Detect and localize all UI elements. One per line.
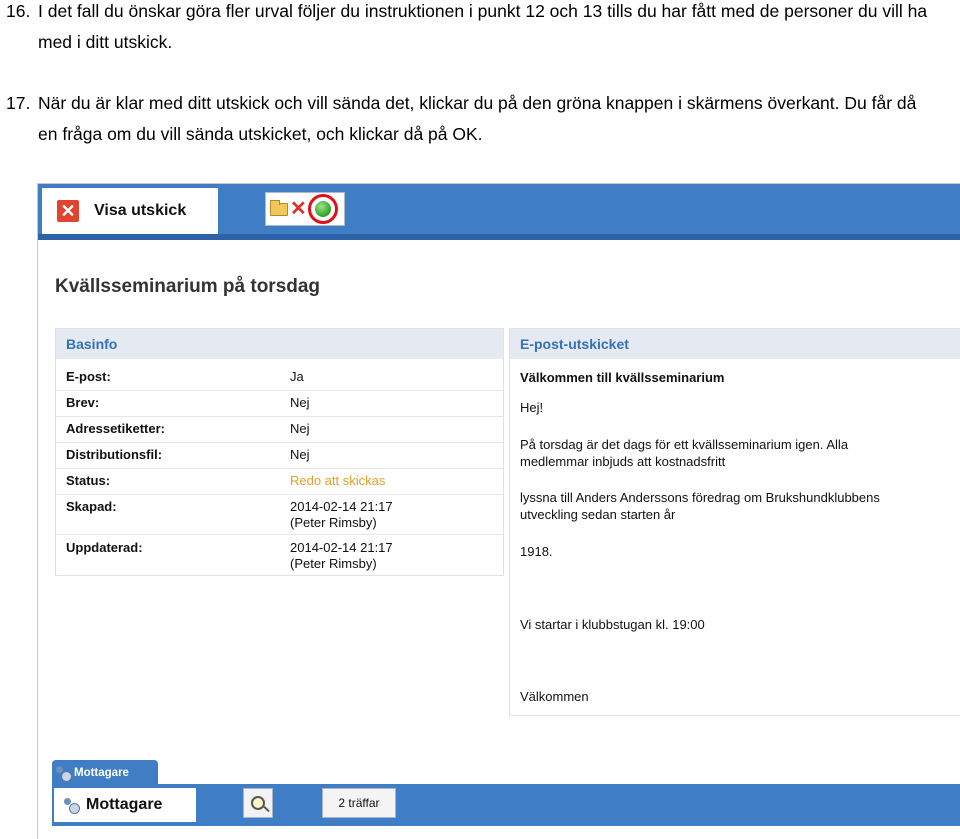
tab-mottagare-small[interactable]: Mottagare [52, 760, 158, 786]
basinfo-heading: Basinfo [56, 329, 503, 359]
instruction-number: 17. [6, 93, 31, 113]
recipients-bar: Mottagare 2 träffar [52, 784, 960, 826]
row-divider [56, 494, 503, 495]
tab-mottagare[interactable]: Mottagare [54, 788, 196, 822]
basinfo-panel: Basinfo E-post: Ja Brev: Nej Adressetike… [55, 328, 504, 576]
row-divider [56, 442, 503, 443]
mail-greeting: Hej! [520, 400, 544, 415]
search-icon [251, 796, 265, 810]
mail-closing: Välkommen [520, 689, 589, 704]
info-value: Nej [290, 395, 310, 410]
info-label: Status: [66, 473, 111, 488]
instruction-text: I det fall du önskar göra fler urval föl… [38, 1, 928, 52]
info-label: Uppdaterad: [66, 540, 143, 555]
info-value: Nej [290, 447, 310, 462]
tab-visa-utskick[interactable]: ✕ Visa utskick [42, 188, 218, 234]
close-icon[interactable]: ✕ [57, 200, 79, 222]
row-divider [56, 534, 503, 535]
search-button[interactable] [243, 788, 273, 818]
delete-icon[interactable]: ✕ [290, 199, 307, 219]
info-value: 2014-02-14 21:17 (Peter Rimsby) [290, 499, 490, 531]
info-label: Skapad: [66, 499, 117, 514]
people-icon [56, 766, 72, 782]
info-value: Ja [290, 369, 304, 384]
row-divider [56, 416, 503, 417]
epost-panel: E-post-utskicket Välkommen till kvällsse… [509, 328, 960, 716]
mail-line: På torsdag är det dags för ett kvällssem… [520, 437, 849, 452]
info-label: Adressetiketter: [66, 421, 165, 436]
send-icon [315, 201, 331, 217]
hits-button[interactable]: 2 träffar [322, 788, 396, 818]
info-label: Brev: [66, 395, 100, 410]
instruction-number: 16. [6, 1, 31, 21]
info-label: Distributionsfil: [66, 447, 163, 462]
mail-line: lyssna till Anders Anderssons föredrag o… [520, 490, 880, 505]
recipients-title: Mottagare [86, 796, 163, 813]
epost-heading: E-post-utskicket [510, 329, 960, 359]
top-bar-stripe [38, 234, 960, 240]
tab-label: Mottagare [74, 767, 129, 779]
app-screenshot: ✕ Visa utskick ✕ Kvällsseminarium på tor… [37, 183, 960, 839]
row-divider [56, 468, 503, 469]
top-bar: ✕ Visa utskick ✕ [38, 184, 960, 240]
tab-title: Visa utskick [94, 202, 187, 219]
updated-by: (Peter Rimsby) [290, 556, 377, 571]
mail-line: medlemmar inbjuds att kostnadsfritt [520, 454, 726, 469]
info-label: E-post: [66, 369, 111, 384]
mail-line: Vi startar i klubbstugan kl. 19:00 [520, 617, 705, 632]
mail-line: utveckling sedan starten år [520, 507, 676, 522]
status-value: Redo att skickas [290, 473, 386, 488]
created-date: 2014-02-14 21:17 [290, 499, 393, 514]
people-icon [64, 798, 80, 814]
updated-date: 2014-02-14 21:17 [290, 540, 393, 555]
page-title: Kvällsseminarium på torsdag [55, 276, 321, 297]
mail-subject: Välkommen till kvällsseminarium [520, 370, 725, 385]
instruction-text: När du är klar med ditt utskick och vill… [38, 93, 917, 144]
folder-icon[interactable] [270, 199, 288, 216]
info-value: 2014-02-14 21:17 (Peter Rimsby) [290, 540, 490, 572]
info-value: Nej [290, 421, 310, 436]
mail-line: 1918. [520, 544, 553, 559]
send-button[interactable] [308, 194, 338, 224]
row-divider [56, 390, 503, 391]
created-by: (Peter Rimsby) [290, 515, 377, 530]
toolbar: ✕ [265, 192, 345, 226]
